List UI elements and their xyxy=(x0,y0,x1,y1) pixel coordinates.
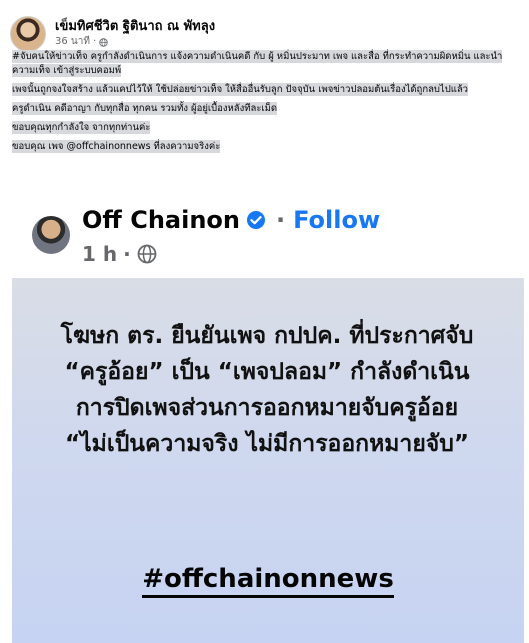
caption-text: #จับคนให้ข่าวเท็จ ครูกำลังดำเนินการ แจ้ง… xyxy=(12,50,503,77)
shared-meta-dot: · xyxy=(123,242,131,266)
globe-icon xyxy=(137,244,157,264)
meta-dot: · xyxy=(92,36,97,47)
author-name[interactable]: เข็มทิศชีวิต ฐิตินาถ ณ พัทลุง xyxy=(55,19,215,35)
caption-text: ขอบคุณ เพจ @offchainonnews ที่ลงความจริง… xyxy=(12,140,221,153)
hashtag-text: #offchainonnews xyxy=(12,564,524,598)
follow-link: Follow xyxy=(293,206,381,234)
verified-badge-icon xyxy=(246,211,265,229)
facebook-post: เข็มทิศชีวิต ฐิตินาถ ณ พัทลุง 36 นาที · … xyxy=(0,0,529,643)
post-caption: #จับคนให้ข่าวเท็จ ครูกำลังดำเนินการ แจ้ง… xyxy=(12,50,524,159)
hashtag-label: #offchainonnews xyxy=(142,564,394,598)
caption-line: ขอบคุณ เพจ @offchainonnews ที่ลงความจริง… xyxy=(12,140,524,154)
shared-name-row: Off Chainon · Follow xyxy=(82,206,380,234)
caption-line: ครูดำเนิน คดีอาญา กับทุกสื่อ ทุกคน รวมทั… xyxy=(12,102,524,116)
name-separator: · xyxy=(275,206,286,234)
shared-page-name: Off Chainon xyxy=(82,206,240,234)
caption-line: #จับคนให้ข่าวเท็จ ครูกำลังดำเนินการ แจ้ง… xyxy=(12,50,524,78)
post-time[interactable]: 36 นาที xyxy=(55,35,90,49)
author-block: เข็มทิศชีวิต ฐิตินาถ ณ พัทลุง 36 นาที · xyxy=(55,19,215,49)
shared-page-avatar xyxy=(32,216,70,254)
author-avatar[interactable] xyxy=(10,16,46,52)
caption-line: ขอบคุณทุกกำลังใจ จากทุกท่านค่ะ xyxy=(12,121,524,135)
quote-card: โฆษก ตร. ยืนยันเพจ กปปค. ที่ประกาศจับ “ค… xyxy=(12,278,524,643)
shared-meta: 1 h · xyxy=(82,242,157,266)
caption-text: ครูดำเนิน คดีอาญา กับทุกสื่อ ทุกคน รวมทั… xyxy=(12,102,278,115)
post-meta: 36 นาที · xyxy=(55,35,215,49)
caption-text: เพจนั้นถูกจงใจสร้าง แล้วแคปไว้ให้ ใช้ปล่… xyxy=(12,83,469,96)
post-header: เข็มทิศชีวิต ฐิตินาถ ณ พัทลุง 36 นาที · xyxy=(10,14,215,54)
shared-post-image[interactable]: Off Chainon · Follow 1 h · โฆษก ตร. ยืนย xyxy=(12,200,524,643)
shared-time: 1 h xyxy=(82,242,118,266)
shared-post-header: Off Chainon · Follow 1 h · xyxy=(12,200,524,278)
caption-text: ขอบคุณทุกกำลังใจ จากทุกท่านค่ะ xyxy=(12,121,151,134)
quote-text: โฆษก ตร. ยืนยันเพจ กปปค. ที่ประกาศจับ “ค… xyxy=(60,323,474,457)
globe-icon[interactable] xyxy=(99,37,108,47)
caption-line: เพจนั้นถูกจงใจสร้าง แล้วแคปไว้ให้ ใช้ปล่… xyxy=(12,83,524,97)
